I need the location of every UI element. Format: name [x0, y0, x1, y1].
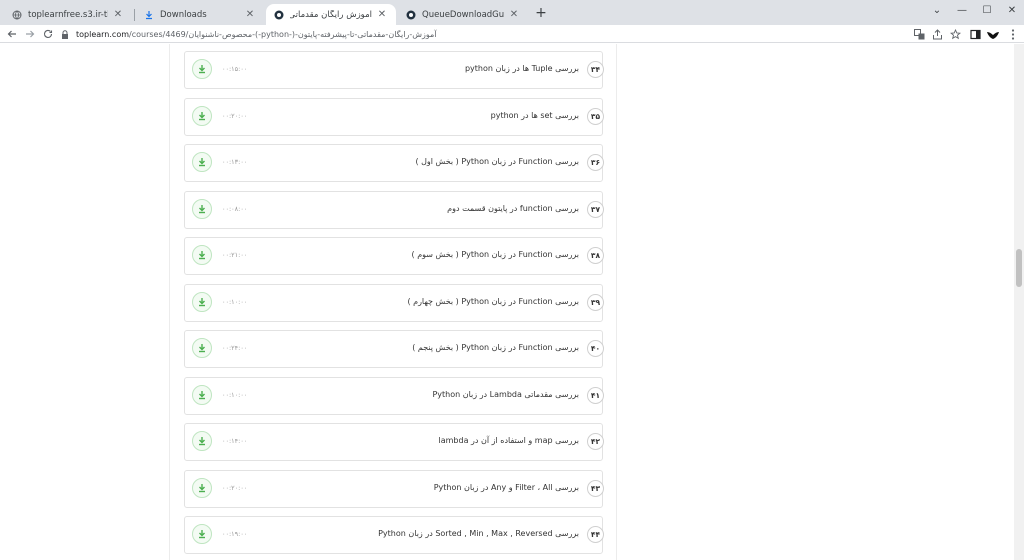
lesson-row[interactable]: ۰۰:۲۴:۰۰ بررسی Function در زبان Python ( … — [184, 330, 604, 370]
lesson-duration: ۰۰:۲۰:۰۰ — [222, 483, 248, 492]
tab-downloads[interactable]: Downloads ✕ — [136, 4, 264, 25]
lesson-row[interactable]: ۰۰:۱۵:۰۰ بررسی Tuple ها در زبان python ۳۴ — [184, 51, 604, 91]
menu-kebab-icon[interactable] — [1006, 27, 1020, 41]
lesson-title[interactable]: بررسی Tuple ها در زبان python — [465, 64, 579, 73]
back-icon[interactable] — [4, 26, 20, 42]
lesson-row[interactable]: ۰۰:۱۰:۰۰ بررسی Function در زبان Python ( … — [184, 283, 604, 324]
close-tab-icon[interactable]: ✕ — [244, 9, 256, 21]
toplearn-icon — [274, 10, 284, 20]
tab-pdf[interactable]: QueueDownloadGuide.pdf ✕ — [398, 4, 528, 25]
lesson-duration: ۰۰:۰۸:۰۰ — [222, 204, 248, 213]
lesson-title[interactable]: بررسی Sorted , Min , Max , Reversed در ز… — [378, 529, 579, 538]
lesson-number: ۴۰ — [587, 340, 604, 357]
tab-label: آموزش رایگان مقدماتی تا پیشرفته پا — [290, 9, 372, 20]
lesson-duration: ۰۰:۱۳:۰۰ — [222, 158, 248, 166]
download-icon — [144, 10, 154, 20]
lock-icon[interactable] — [60, 29, 70, 39]
download-icon[interactable] — [192, 152, 212, 172]
lesson-list: ۰۰:۱۵:۰۰ بررسی Tuple ها در زبان python ۳۴ ۰… — [169, 44, 617, 560]
lesson-duration: ۰۰:۱۰:۰۰ — [222, 390, 248, 399]
browser-toolbar: toplearn.com /courses/4469/محصوص-ناشنوای… — [0, 25, 1024, 43]
maximize-button[interactable]: ☐ — [975, 0, 999, 20]
toplearn-icon — [406, 10, 416, 20]
lesson-number: ۴۱ — [587, 386, 604, 404]
forward-icon[interactable] — [22, 26, 38, 42]
lesson-row[interactable]: ۰۰:۱۰:۰۰ بررسی مقدماتی Lambda در زبان Pyt… — [184, 376, 604, 417]
lesson-title[interactable]: بررسی Function در زبان Python ( بخش اول … — [415, 157, 579, 166]
close-tab-icon[interactable]: ✕ — [508, 9, 520, 21]
sidebar-icon[interactable] — [968, 27, 982, 41]
lesson-number: ۴۲ — [587, 433, 604, 450]
download-icon[interactable] — [192, 291, 212, 312]
lesson-duration: ۰۰:۲۰:۰۰ — [222, 111, 248, 120]
address-bar[interactable]: toplearn.com /courses/4469/محصوص-ناشنوای… — [60, 26, 905, 42]
tab-search-icon[interactable]: ⌄ — [925, 0, 949, 20]
new-tab-button[interactable]: + — [533, 5, 549, 21]
lesson-title[interactable]: بررسی Function در زبان Python ( بخش سوم … — [412, 250, 579, 259]
download-icon[interactable] — [192, 338, 212, 358]
tab-label: Downloads — [160, 9, 207, 20]
lesson-duration: ۰۰:۱۵:۰۰ — [222, 65, 248, 73]
lesson-title[interactable]: بررسی Function در زبان Python ( بخش چهار… — [407, 297, 579, 306]
extension-icon[interactable] — [986, 27, 1000, 41]
bookmark-star-icon[interactable] — [948, 27, 962, 41]
tab-strip: toplearnfree.s3.ir-thr-at1.arvansto ✕ Do… — [0, 0, 1024, 25]
lesson-duration: ۰۰:۲۴:۰۰ — [222, 344, 248, 352]
download-icon[interactable] — [192, 477, 212, 498]
reload-icon[interactable] — [40, 26, 56, 42]
window-close-button[interactable]: ✕ — [1000, 0, 1024, 20]
lesson-title[interactable]: بررسی function در پایتون قسمت دوم — [447, 204, 579, 213]
lesson-number: ۳۶ — [587, 154, 604, 171]
download-icon[interactable] — [192, 524, 212, 544]
tab-course-page[interactable]: آموزش رایگان مقدماتی تا پیشرفته پا ✕ — [266, 4, 396, 25]
download-icon[interactable] — [192, 198, 212, 219]
close-tab-icon[interactable]: ✕ — [112, 9, 124, 21]
lesson-number: ۳۹ — [587, 293, 604, 311]
tab-toplearnfree[interactable]: toplearnfree.s3.ir-thr-at1.arvansto ✕ — [4, 4, 132, 25]
tab-label: QueueDownloadGuide.pdf — [422, 9, 504, 20]
lesson-number: ۳۷ — [587, 200, 604, 218]
lesson-row[interactable]: ۰۰:۲۰:۰۰ بررسی set ها در python ۳۵ — [184, 97, 604, 138]
lesson-number: ۳۴ — [587, 61, 604, 78]
lesson-row[interactable]: ۰۰:۱۴:۰۰ بررسی map و استفاده از آن در lam… — [184, 423, 604, 463]
share-icon[interactable] — [930, 27, 944, 41]
download-icon[interactable] — [192, 431, 212, 451]
lesson-title[interactable]: بررسی set ها در python — [491, 111, 579, 120]
lesson-row[interactable]: ۰۰:۱۳:۰۰ بررسی Function در زبان Python ( … — [184, 144, 604, 184]
lesson-row[interactable]: ۰۰:۱۹:۰۰ بررسی Sorted , Min , Max , Rever… — [184, 516, 604, 556]
scrollbar[interactable] — [1014, 44, 1024, 560]
lesson-title[interactable]: بررسی مقدماتی Lambda در زبان Python — [432, 390, 579, 399]
lesson-title[interactable]: بررسی Function در زبان Python ( بخش پنجم… — [412, 343, 579, 352]
lesson-row[interactable]: ۰۰:۰۸:۰۰ بررسی function در پایتون قسمت دو… — [184, 190, 604, 231]
close-tab-icon[interactable]: ✕ — [376, 9, 388, 21]
page-content: ۰۰:۱۵:۰۰ بررسی Tuple ها در زبان python ۳۴ ۰… — [0, 44, 1014, 560]
scrollbar-thumb[interactable] — [1016, 249, 1022, 287]
tab-label: toplearnfree.s3.ir-thr-at1.arvansto — [28, 9, 108, 20]
download-icon[interactable] — [192, 59, 212, 79]
lesson-duration: ۰۰:۱۰:۰۰ — [222, 297, 248, 306]
lesson-duration: ۰۰:۱۹:۰۰ — [222, 530, 248, 538]
globe-icon — [12, 10, 22, 20]
lesson-row[interactable]: ۰۰:۲۰:۰۰ بررسی Filter ، All و Any در زبان… — [184, 469, 604, 510]
minimize-button[interactable]: — — [950, 0, 974, 20]
lesson-row[interactable]: ۰۰:۲۱:۰۰ بررسی Function در زبان Python ( … — [184, 237, 604, 277]
url-host: toplearn.com — [76, 29, 130, 39]
lesson-duration: ۰۰:۱۴:۰۰ — [222, 437, 248, 445]
translate-icon[interactable] — [912, 27, 926, 41]
download-icon[interactable] — [192, 245, 212, 265]
lesson-title[interactable]: بررسی Filter ، All و Any در زبان Python — [434, 483, 579, 492]
url-path: /courses/4469/محصوص-ناشنوایان-(-python-)… — [129, 29, 437, 39]
download-icon[interactable] — [192, 105, 212, 126]
lesson-title[interactable]: بررسی map و استفاده از آن در lambda — [439, 436, 580, 445]
download-icon[interactable] — [192, 384, 212, 405]
lesson-number: ۴۴ — [587, 526, 604, 543]
lesson-number: ۳۵ — [587, 107, 604, 125]
lesson-duration: ۰۰:۲۱:۰۰ — [222, 251, 248, 259]
lesson-number: ۳۸ — [587, 247, 604, 264]
lesson-number: ۴۳ — [587, 479, 604, 497]
